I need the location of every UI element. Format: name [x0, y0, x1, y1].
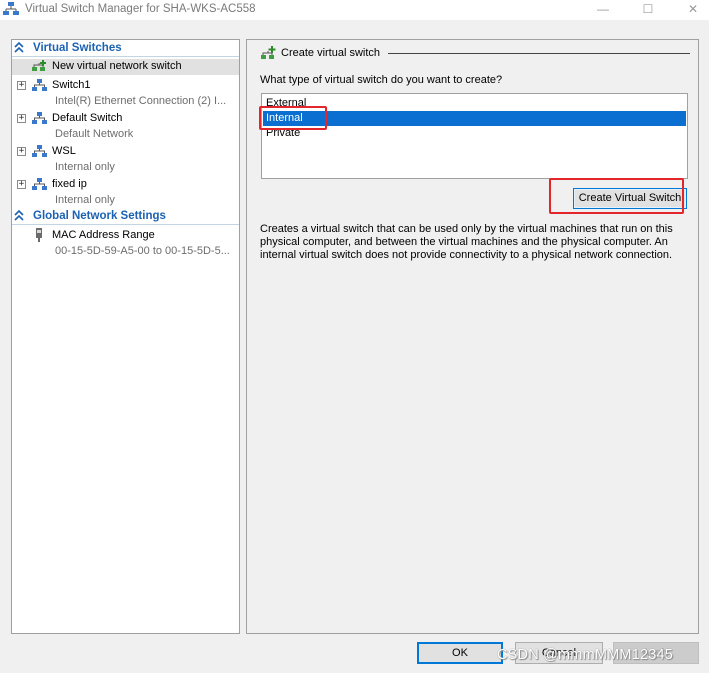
sidebar-item-new-virtual-switch[interactable]: New virtual network switch	[12, 59, 239, 75]
global-settings-label: Global Network Settings	[33, 210, 166, 222]
new-switch-icon	[260, 46, 277, 61]
sidebar-item-mac-address-range[interactable]: MAC Address Range	[12, 228, 239, 244]
header-divider	[388, 53, 690, 54]
title-bar: Virtual Switch Manager for SHA-WKS-AC558…	[0, 0, 709, 20]
expand-icon[interactable]: +	[17, 81, 26, 90]
sidebar-item-fixed-ip[interactable]: + fixed ip	[12, 177, 239, 193]
close-button[interactable]: ✕	[673, 0, 709, 20]
sidebar-item-wsl[interactable]: + WSL	[12, 144, 239, 160]
mac-range-label: MAC Address Range	[52, 229, 155, 241]
switch-detail: Default Network	[55, 128, 134, 140]
ok-button[interactable]: OK	[417, 642, 503, 664]
network-switch-icon	[31, 145, 48, 158]
switch-detail: Intel(R) Ethernet Connection (2) I...	[55, 95, 227, 107]
switch-detail: Internal only	[55, 194, 115, 206]
switch-name: Default Switch	[52, 112, 123, 124]
virtual-switches-section-header[interactable]: Virtual Switches	[12, 41, 239, 57]
expand-icon[interactable]: +	[17, 114, 26, 123]
sidebar-item-switch1[interactable]: + Switch1	[12, 78, 239, 94]
switch-name: Switch1	[52, 79, 91, 91]
switch-detail: Internal only	[55, 161, 115, 173]
global-network-settings-header[interactable]: Global Network Settings	[12, 209, 239, 225]
expand-icon[interactable]: +	[17, 180, 26, 189]
sidebar-item-default-switch[interactable]: + Default Switch	[12, 111, 239, 127]
switch-name: fixed ip	[52, 178, 87, 190]
minimize-button[interactable]: —	[583, 0, 623, 20]
maximize-button[interactable]: ☐	[628, 0, 668, 20]
switch-type-question: What type of virtual switch do you want …	[260, 74, 503, 86]
expand-icon[interactable]: +	[17, 147, 26, 156]
mac-address-icon	[34, 228, 51, 242]
network-switch-icon	[31, 112, 48, 125]
new-switch-icon	[31, 60, 48, 73]
mac-range-value: 00-15-5D-59-A5-00 to 00-15-5D-5...	[55, 245, 230, 257]
collapse-chevron-icon[interactable]	[14, 41, 24, 54]
panel-title: Create virtual switch	[281, 47, 381, 59]
window-title: Virtual Switch Manager for SHA-WKS-AC558	[25, 3, 256, 15]
switch-name: WSL	[52, 145, 76, 157]
highlight-create-button	[549, 178, 684, 214]
switch-type-description: Creates a virtual switch that can be use…	[260, 223, 673, 261]
highlight-internal-option	[259, 106, 327, 130]
watermark-text: CSDN @mmmMMM12345	[497, 647, 674, 663]
virtual-switches-header: Virtual Switches	[33, 42, 122, 54]
virtual-switch-manager-icon	[3, 2, 19, 16]
network-switch-icon	[31, 178, 48, 191]
network-switch-icon	[31, 79, 48, 92]
collapse-chevron-icon[interactable]	[14, 209, 24, 222]
new-switch-label: New virtual network switch	[52, 60, 182, 72]
switch-tree-panel: Virtual Switches New virtual network swi…	[11, 39, 240, 634]
